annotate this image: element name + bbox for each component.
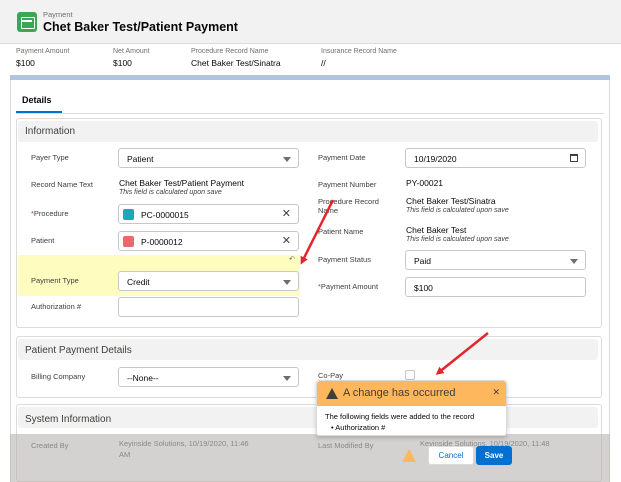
- procedure-lookup[interactable]: PC-0000015 ✕: [118, 204, 299, 224]
- payment-status-value: Paid: [414, 256, 432, 266]
- payment-date-value: 10/19/2020: [414, 154, 457, 164]
- popover-header: A change has occurred ✕: [317, 381, 506, 406]
- clear-icon[interactable]: ✕: [282, 235, 291, 247]
- payment-amount-value: $100: [414, 283, 433, 293]
- highlight-value-procedure-record: Chet Baker Test/Sinatra: [191, 58, 281, 68]
- save-button[interactable]: Save: [476, 446, 512, 465]
- information-section-header[interactable]: [18, 121, 598, 142]
- chevron-down-icon: [283, 280, 291, 285]
- payment-date-label: Payment Date: [318, 153, 366, 162]
- close-icon[interactable]: ✕: [492, 387, 500, 398]
- popover-list-item: • Authorization #: [331, 423, 386, 432]
- payment-number-value: PY-00021: [406, 178, 444, 188]
- payment-icon: [17, 12, 37, 32]
- payment-number-label: Payment Number: [318, 180, 377, 189]
- system-information-title: System Information: [25, 414, 112, 425]
- payment-type-label: Payment Type: [31, 276, 79, 285]
- procedure-record-name-value: Chet Baker Test/Sinatra: [406, 196, 496, 206]
- patient-name-value: Chet Baker Test: [406, 225, 467, 235]
- payment-amount-label: *Payment Amount: [318, 282, 379, 291]
- undo-icon[interactable]: ↶: [289, 255, 295, 263]
- last-modified-label: Last Modified By: [318, 441, 374, 450]
- highlight-value-payment-amount: $100: [16, 58, 35, 68]
- billing-company-select[interactable]: --None--: [118, 367, 299, 387]
- tab-details[interactable]: Details: [22, 95, 52, 105]
- co-pay-checkbox[interactable]: [405, 370, 415, 380]
- patient-name-note: This field is calculated upon save: [406, 236, 509, 243]
- payment-amount-input[interactable]: $100: [405, 277, 586, 297]
- patient-name-label: Patient Name: [318, 227, 364, 236]
- clear-icon[interactable]: ✕: [282, 208, 291, 220]
- record-title: Chet Baker Test/Patient Payment: [43, 20, 238, 34]
- highlight-value-net-amount: $100: [113, 58, 132, 68]
- warning-icon[interactable]: [402, 449, 416, 462]
- chevron-down-icon: [283, 157, 291, 162]
- highlight-label-net-amount: Net Amount: [113, 48, 150, 55]
- authorization-input[interactable]: [118, 297, 299, 317]
- record-header: Payment Chet Baker Test/Patient Payment: [0, 0, 621, 44]
- object-label: Payment: [43, 10, 73, 19]
- tabs-divider: [16, 113, 604, 114]
- record-name-text-note: This field is calculated upon save: [119, 189, 222, 196]
- payment-status-label: Payment Status: [318, 255, 371, 264]
- created-by-label: Created By: [31, 441, 69, 450]
- chevron-down-icon: [283, 376, 291, 381]
- procedure-value: PC-0000015: [141, 210, 189, 220]
- highlight-label-payment-amount: Payment Amount: [16, 48, 70, 55]
- popover-title: A change has occurred: [343, 387, 456, 399]
- record-name-text-value: Chet Baker Test/Patient Payment: [119, 178, 245, 188]
- highlight-label-procedure-record: Procedure Record Name: [191, 48, 269, 55]
- calendar-icon[interactable]: [570, 154, 578, 162]
- chevron-down-icon: [570, 259, 578, 264]
- patient-record-icon: [123, 236, 134, 247]
- record-name-text-label: Record Name Text: [31, 180, 93, 189]
- procedure-record-icon: [123, 209, 134, 220]
- patient-label: Patient: [31, 236, 55, 245]
- highlight-label-insurance-record: Insurance Record Name: [321, 48, 397, 55]
- procedure-record-name-label: Procedure Record Name: [318, 197, 379, 215]
- procedure-record-name-note: This field is calculated upon save: [406, 207, 509, 214]
- cancel-button[interactable]: Cancel: [428, 446, 474, 465]
- created-by-value: Keyinside Solutions, 10/19/2020, 11:46: [119, 439, 249, 448]
- patient-value: P-0000012: [141, 237, 183, 247]
- payment-type-select[interactable]: Credit: [118, 271, 299, 291]
- change-notification-popover: A change has occurred ✕ The following fi…: [316, 380, 507, 436]
- billing-company-value: --None--: [127, 373, 159, 383]
- created-by-value-continued: AM: [119, 450, 131, 459]
- information-section-title: Information: [25, 126, 76, 137]
- procedure-label: *Procedure: [31, 209, 69, 218]
- payer-type-label: Payer Type: [31, 153, 69, 162]
- payment-date-input[interactable]: 10/19/2020: [405, 148, 586, 168]
- payment-type-value: Credit: [127, 277, 150, 287]
- patient-payment-details-title: Patient Payment Details: [25, 345, 132, 356]
- popover-body: The following fields were added to the r…: [325, 412, 475, 421]
- patient-lookup[interactable]: P-0000012 ✕: [118, 231, 299, 251]
- payment-status-select[interactable]: Paid: [405, 250, 586, 270]
- authorization-label: Authorization #: [31, 302, 82, 311]
- highlight-value-insurance-record: //: [321, 58, 326, 68]
- payer-type-value: Patient: [127, 154, 154, 164]
- billing-company-label: Billing Company: [31, 372, 86, 381]
- payer-type-select[interactable]: Patient: [118, 148, 299, 168]
- co-pay-label: Co-Pay: [318, 371, 344, 380]
- warning-icon: [326, 388, 338, 399]
